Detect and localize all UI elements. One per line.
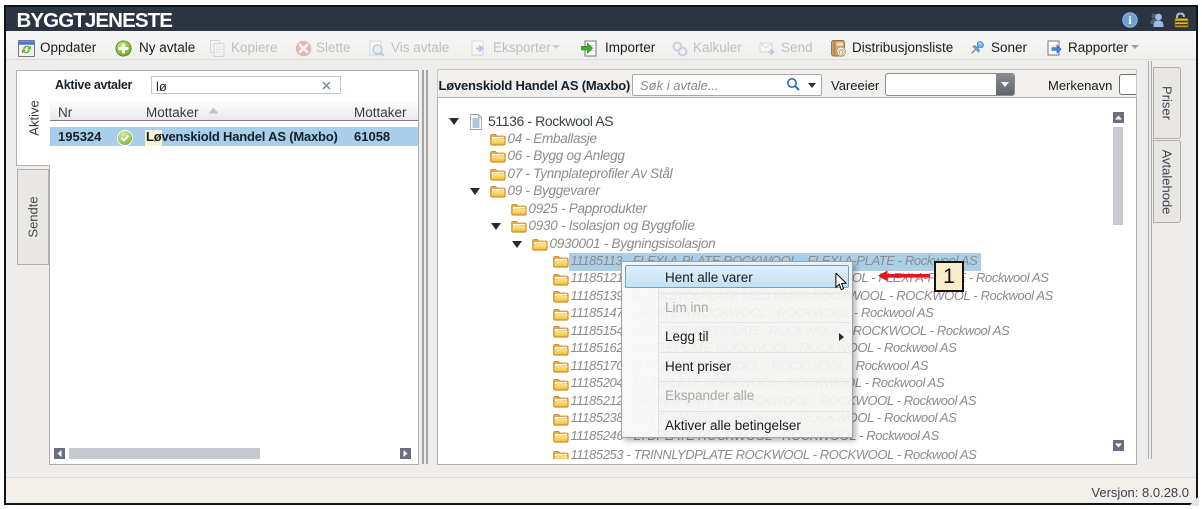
- svg-text:@: @: [837, 47, 846, 57]
